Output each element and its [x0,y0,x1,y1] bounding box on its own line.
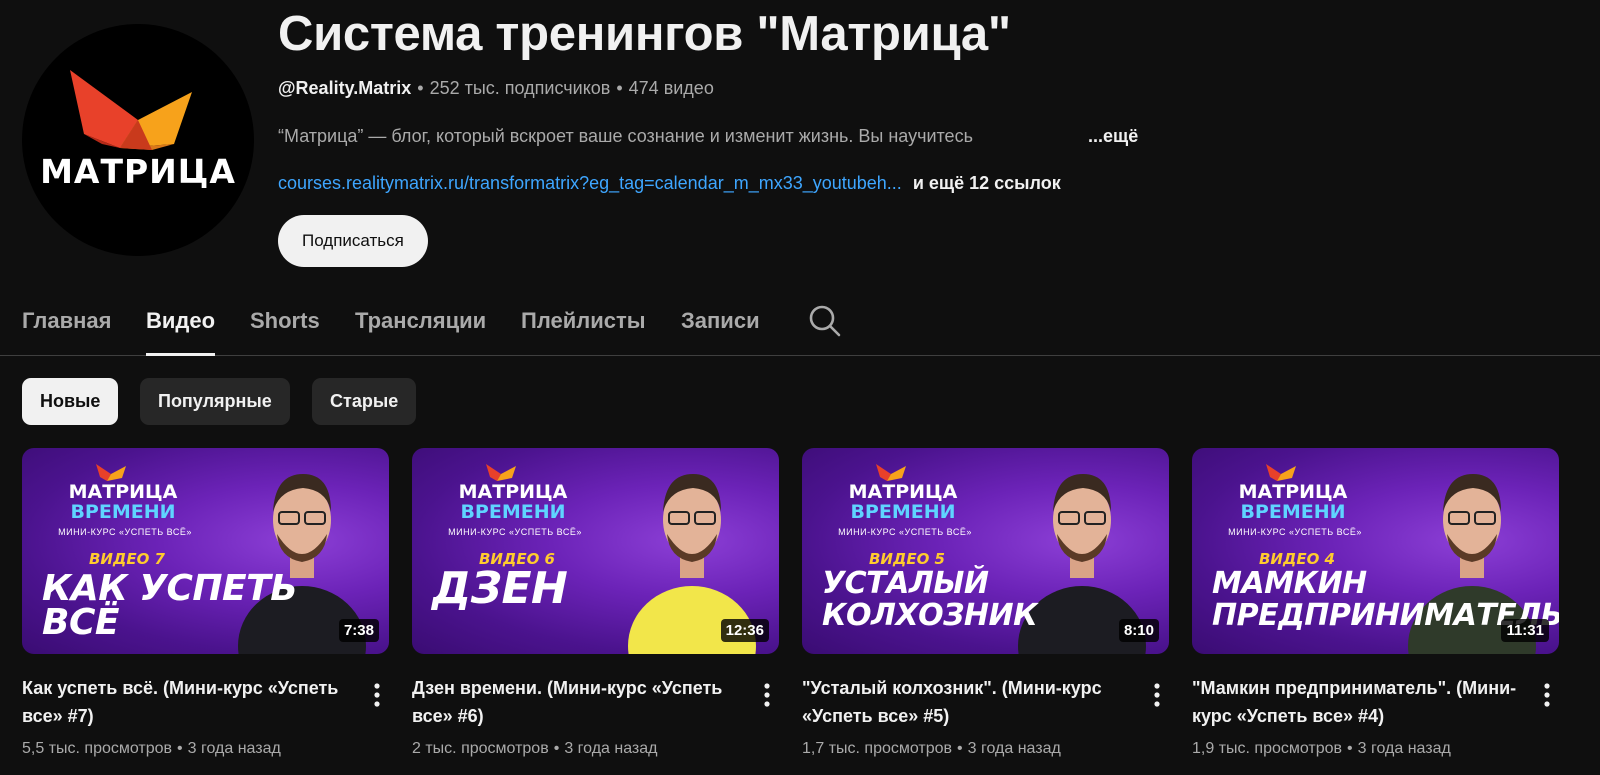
meta-separator: • [1347,740,1353,757]
video-views: 1,9 тыс. просмотров [1192,740,1343,757]
video-meta: 5,5 тыс. просмотров • 3 года назад [22,740,281,758]
video-thumbnail[interactable]: МАТРИЦА ВРЕМЕНИ МИНИ-КУРС «УСПЕТЬ ВСЁ» В… [802,448,1169,654]
video-title[interactable]: Дзен времени. (Мини-курс «Успеть все» #6… [412,674,742,730]
video-views: 5,5 тыс. просмотров [22,740,173,757]
chip-newest[interactable]: Новые [22,378,119,425]
thumb-title: КАК УСПЕТЬ ВСЁ [42,568,298,643]
tab-videos[interactable]: Видео [146,308,216,356]
video-thumbnail[interactable]: МАТРИЦА ВРЕМЕНИ МИНИ-КУРС «УСПЕТЬ ВСЁ» В… [412,448,779,654]
video-age: 3 года назад [187,740,281,757]
video-title[interactable]: Как успеть всё. (Мини-курс «Успеть все» … [22,674,352,730]
video-age: 3 года назад [967,740,1061,757]
matrix-logo-icon [876,464,906,481]
video-meta: 2 тыс. просмотров • 3 года назад [412,740,658,758]
channel-handle[interactable]: @Reality.Matrix [278,78,411,98]
more-vert-icon[interactable] [1145,680,1169,710]
tab-streams[interactable]: Трансляции [355,308,486,356]
channel-tabs: Главная Видео Shorts Трансляции Плейлист… [0,290,1600,356]
tab-home[interactable]: Главная [22,308,111,356]
matrix-logo-icon [96,464,126,481]
video-thumbnail[interactable]: МАТРИЦА ВРЕМЕНИ МИНИ-КУРС «УСПЕТЬ ВСЁ» В… [22,448,389,654]
thumb-brand-sub: ВРЕМЕНИ [460,501,566,523]
chip-oldest[interactable]: Старые [312,378,417,425]
meta-separator: • [616,78,623,98]
video-card[interactable]: МАТРИЦА ВРЕМЕНИ МИНИ-КУРС «УСПЕТЬ ВСЁ» В… [22,448,389,757]
video-views: 2 тыс. просмотров [412,740,549,757]
meta-separator: • [553,740,560,757]
avatar-logo-text: МАТРИЦА [40,152,236,191]
thumb-brand: МАТРИЦА [458,481,568,503]
video-card[interactable]: МАТРИЦА ВРЕМЕНИ МИНИ-КУРС «УСПЕТЬ ВСЁ» В… [1192,448,1559,757]
channel-meta: @Reality.Matrix • 252 тыс. подписчиков • 474… [278,78,714,99]
subscribe-button[interactable]: Подписаться [278,215,428,267]
chip-popular[interactable]: Популярные [140,378,290,425]
video-count: 474 видео [628,78,714,98]
channel-description[interactable]: “Матрица” — блог, который вскроет ваше с… [278,126,1158,147]
channel-avatar[interactable]: МАТРИЦА [22,24,254,256]
thumb-title: МАМКИН ПРЕДПРИНИМАТЕЛЬ [1212,566,1559,633]
meta-separator: • [177,740,183,757]
more-vert-icon[interactable] [365,680,389,710]
channel-header: МАТРИЦА Система тренингов "Матрица" @Rea… [0,0,1600,290]
thumb-brand: МАТРИЦА [1238,481,1348,503]
matrix-logo-icon [70,70,192,150]
subscriber-count: 252 тыс. подписчиков [429,78,611,98]
video-views: 1,7 тыс. просмотров [802,740,953,757]
channel-links: courses.realitymatrix.ru/transformatrix?… [278,173,1061,194]
thumb-course: МИНИ-КУРС «УСПЕТЬ ВСЁ» [838,527,972,537]
video-card[interactable]: МАТРИЦА ВРЕМЕНИ МИНИ-КУРС «УСПЕТЬ ВСЁ» В… [802,448,1169,757]
thumb-course: МИНИ-КУРС «УСПЕТЬ ВСЁ» [448,527,582,537]
video-title[interactable]: "Усталый колхозник". (Мини-курс «Успеть … [802,674,1132,730]
matrix-logo-icon [486,464,516,481]
thumb-brand-sub: ВРЕМЕНИ [70,501,176,523]
video-card[interactable]: МАТРИЦА ВРЕМЕНИ МИНИ-КУРС «УСПЕТЬ ВСЁ» В… [412,448,779,757]
video-duration: 11:31 [1501,619,1549,642]
video-age: 3 года назад [564,740,658,757]
description-text: “Матрица” — блог, который вскроет ваше с… [278,126,973,146]
thumb-brand-sub: ВРЕМЕНИ [850,501,956,523]
meta-separator: • [417,78,424,98]
tab-shorts[interactable]: Shorts [250,308,320,356]
tab-playlists[interactable]: Плейлисты [521,308,646,356]
more-links-button[interactable]: и ещё 12 ссылок [913,173,1061,193]
thumb-brand: МАТРИЦА [848,481,958,503]
video-title[interactable]: "Мамкин предприниматель". (Мини-курс «Ус… [1192,674,1522,730]
video-duration: 12:36 [720,619,769,642]
matrix-logo-icon [1266,464,1296,481]
more-vert-icon[interactable] [1535,680,1559,710]
more-vert-icon[interactable] [755,680,779,710]
video-thumbnail[interactable]: МАТРИЦА ВРЕМЕНИ МИНИ-КУРС «УСПЕТЬ ВСЁ» В… [1192,448,1559,654]
thumb-title: УСТАЛЫЙ КОЛХОЗНИК [822,566,1038,633]
video-age: 3 года назад [1357,740,1451,757]
thumb-course: МИНИ-КУРС «УСПЕТЬ ВСЁ» [1228,527,1362,537]
description-more-button[interactable]: ...ещё [1088,126,1138,147]
video-duration: 7:38 [338,619,379,642]
thumb-title: ДЗЕН [432,563,568,614]
tab-posts[interactable]: Записи [681,308,760,356]
search-icon[interactable] [808,304,842,338]
video-meta: 1,7 тыс. просмотров • 3 года назад [802,740,1061,758]
channel-title: Система тренингов "Матрица" [278,7,1011,61]
video-meta: 1,9 тыс. просмотров • 3 года назад [1192,740,1451,758]
channel-link[interactable]: courses.realitymatrix.ru/transformatrix?… [278,173,902,193]
video-duration: 8:10 [1118,619,1159,642]
thumb-course: МИНИ-КУРС «УСПЕТЬ ВСЁ» [58,527,192,537]
thumb-brand: МАТРИЦА [68,481,178,503]
thumb-video-number: ВИДЕО 7 [88,550,165,568]
meta-separator: • [957,740,963,757]
thumb-brand-sub: ВРЕМЕНИ [1240,501,1346,523]
